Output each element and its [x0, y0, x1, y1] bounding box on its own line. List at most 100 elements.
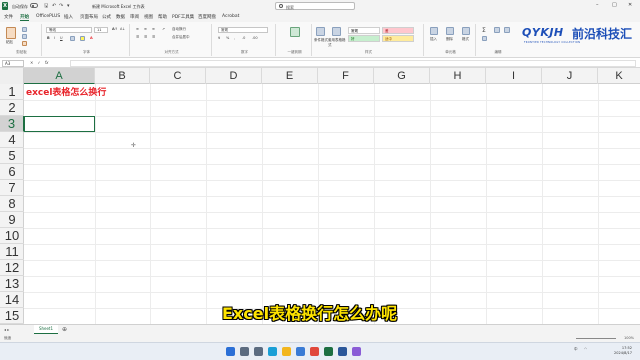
row-header-6[interactable]: 6 [0, 164, 24, 180]
zoom-level[interactable]: 100% [624, 336, 634, 340]
column-header-h[interactable]: H [430, 68, 486, 84]
column-header-d[interactable]: D [206, 68, 262, 84]
underline-icon[interactable]: U [60, 36, 63, 40]
fill-icon[interactable] [482, 36, 487, 41]
zoom-slider[interactable] [576, 337, 616, 339]
font-name-select[interactable]: 等线 [46, 27, 92, 33]
file-explorer-icon[interactable] [282, 347, 291, 356]
copy-icon[interactable] [22, 34, 27, 39]
font-color-icon[interactable]: A [90, 36, 93, 40]
word-icon[interactable] [338, 347, 347, 356]
input-language[interactable]: 中 [574, 347, 578, 352]
align-center-icon[interactable]: ☰ [144, 35, 147, 39]
conditional-format-button[interactable]: 条件格式 [314, 38, 328, 43]
tab-acrobat[interactable]: Acrobat [222, 14, 239, 19]
column-header-j[interactable]: J [542, 68, 598, 84]
tab-officeplus[interactable]: OfficePLUS [36, 14, 60, 19]
customize-qat-icon[interactable]: ▾ [67, 3, 70, 9]
insert-cells-button[interactable]: 插入 [430, 37, 437, 42]
align-bottom-icon[interactable]: ≡ [152, 27, 155, 31]
row-header-2[interactable]: 2 [0, 100, 24, 116]
row-header-5[interactable]: 5 [0, 148, 24, 164]
search-icon[interactable] [240, 347, 249, 356]
edge-icon[interactable] [268, 347, 277, 356]
decrease-decimal-icon[interactable]: .00 [252, 36, 258, 40]
tab-pdf-tools[interactable]: PDF工具集 [172, 14, 194, 20]
cell-a1[interactable]: excel表格怎么换行 [26, 85, 106, 98]
row-header-3[interactable]: 3 [0, 116, 24, 132]
tab-view[interactable]: 视图 [144, 14, 153, 20]
delete-cells-button[interactable]: 删除 [446, 37, 453, 42]
tab-help[interactable]: 帮助 [158, 14, 167, 20]
format-painter-icon[interactable] [22, 41, 27, 46]
row-header-12[interactable]: 12 [0, 260, 24, 276]
row-header-4[interactable]: 4 [0, 132, 24, 148]
style-bad[interactable]: 差 [382, 27, 414, 34]
bold-icon[interactable]: B [47, 36, 50, 40]
tab-file[interactable]: 文件 [4, 14, 13, 20]
increase-decimal-icon[interactable]: .0 [242, 36, 245, 40]
name-box[interactable]: A3 [2, 59, 24, 67]
task-view-icon[interactable] [254, 347, 263, 356]
autosum-icon[interactable]: Σ [482, 27, 486, 34]
column-header-c[interactable]: C [150, 68, 206, 84]
system-clock[interactable]: 17:52 2024/8/17 [614, 346, 632, 356]
format-as-table-button[interactable]: 套用表格格式 [328, 38, 348, 48]
shrink-font-icon[interactable]: A↓ [120, 27, 125, 31]
column-header-e[interactable]: E [262, 68, 318, 84]
sort-filter-icon[interactable] [494, 27, 500, 33]
wrap-text-button[interactable]: 自动换行 [172, 27, 186, 32]
column-header-k[interactable]: K [598, 68, 640, 84]
format-cells-button[interactable]: 格式 [462, 37, 469, 42]
align-middle-icon[interactable]: ≡ [144, 27, 147, 31]
undo-icon[interactable]: ↶ [52, 3, 56, 9]
column-header-f[interactable]: F [318, 68, 374, 84]
orientation-icon[interactable]: ↗ [162, 27, 165, 31]
search-box[interactable]: 搜索 [275, 2, 355, 10]
select-all-button[interactable] [0, 68, 24, 84]
autosave-toggle[interactable] [30, 3, 38, 8]
fx-icon[interactable]: ✕ ✓ fx [30, 60, 49, 65]
number-format-select[interactable]: 常规 [218, 27, 268, 33]
insert-cells-icon[interactable] [430, 27, 438, 35]
paste-icon[interactable] [6, 27, 16, 39]
tab-baidu-netdisk[interactable]: 百度网盘 [198, 14, 216, 20]
tab-page-layout[interactable]: 页面布局 [80, 14, 98, 20]
row-header-14[interactable]: 14 [0, 292, 24, 308]
row-header-9[interactable]: 9 [0, 212, 24, 228]
sheet-tab-sheet1[interactable]: Sheet1 [34, 325, 58, 334]
maximize-icon[interactable]: □ [612, 2, 617, 8]
cell-area[interactable]: excel表格怎么换行 ✛ [24, 84, 640, 324]
align-top-icon[interactable]: ≡ [136, 27, 139, 31]
style-normal[interactable]: 常规 [348, 27, 380, 34]
grow-font-icon[interactable]: A↑ [112, 27, 118, 31]
redo-icon[interactable]: ↷ [59, 3, 63, 9]
chrome-icon[interactable] [310, 347, 319, 356]
tab-formulas[interactable]: 公式 [102, 14, 111, 20]
percent-icon[interactable]: % [226, 36, 229, 40]
border-icon[interactable] [70, 36, 75, 41]
wifi-icon[interactable]: ◠ [584, 347, 587, 351]
tab-review[interactable]: 审阅 [130, 14, 139, 20]
row-header-11[interactable]: 11 [0, 244, 24, 260]
row-header-15[interactable]: 15 [0, 308, 24, 324]
active-cell-a3[interactable] [24, 116, 95, 132]
row-header-13[interactable]: 13 [0, 276, 24, 292]
tab-data[interactable]: 数据 [116, 14, 125, 20]
app-icon[interactable] [352, 347, 361, 356]
align-right-icon[interactable]: ☰ [152, 35, 155, 39]
format-cells-icon[interactable] [462, 27, 470, 35]
cut-icon[interactable] [22, 27, 27, 32]
column-header-a[interactable]: A [24, 68, 95, 84]
row-header-1[interactable]: 1 [0, 84, 24, 100]
plugin-icon[interactable] [290, 27, 300, 37]
add-sheet-icon[interactable]: ⊕ [62, 326, 67, 333]
currency-icon[interactable]: ¥ [218, 36, 220, 40]
close-icon[interactable]: ✕ [628, 2, 632, 8]
column-header-g[interactable]: G [374, 68, 430, 84]
store-icon[interactable] [296, 347, 305, 356]
row-header-7[interactable]: 7 [0, 180, 24, 196]
italic-icon[interactable]: I [54, 36, 55, 40]
row-header-10[interactable]: 10 [0, 228, 24, 244]
find-select-icon[interactable] [504, 27, 510, 33]
